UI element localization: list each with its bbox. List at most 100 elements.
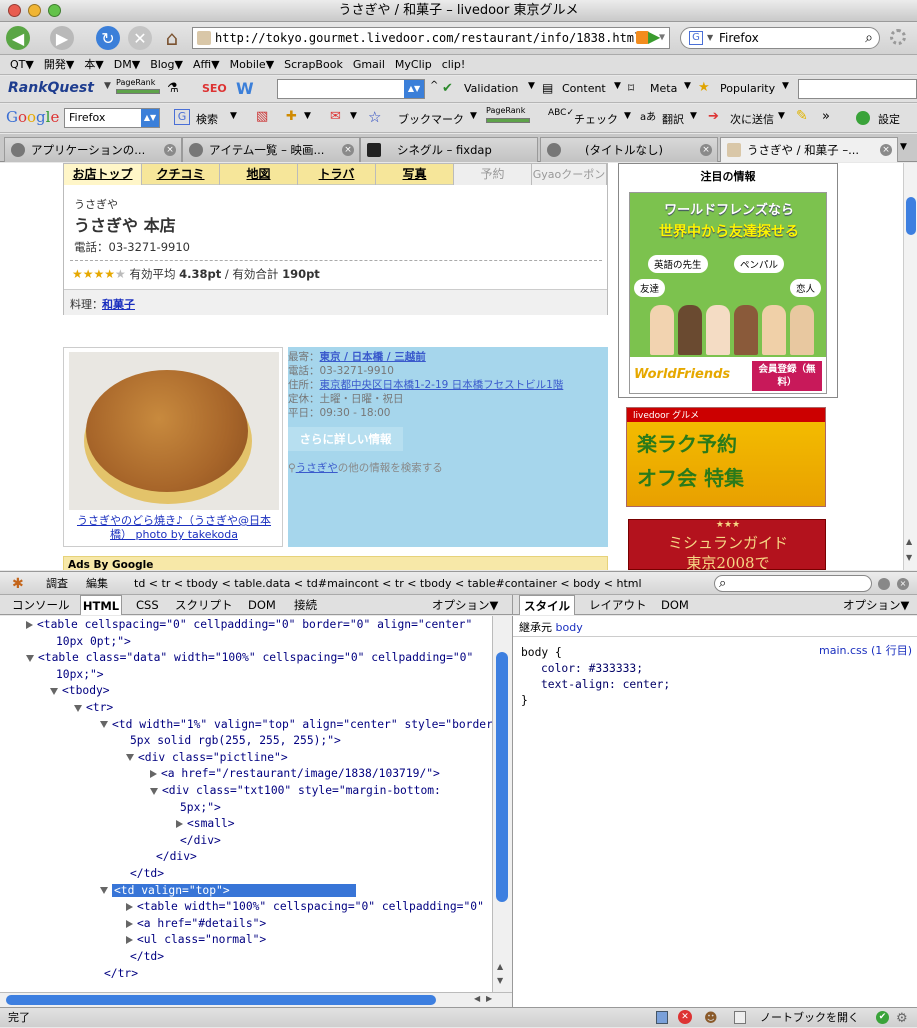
engine-dropdown-icon[interactable]: ▼ (707, 28, 713, 48)
expanded-twisty-icon[interactable] (26, 654, 34, 662)
meta-dropdown-icon[interactable]: ▼ (684, 81, 691, 91)
collapsed-twisty-icon[interactable] (126, 936, 133, 945)
tab-net[interactable]: 接続 (294, 595, 317, 615)
html-tree-line[interactable]: <tr> (74, 701, 113, 714)
google-puzzle-icon[interactable]: ✚ (286, 109, 297, 124)
info-address-link[interactable]: 東京都中央区日本橋1-2-19 日本橋フセストビル1階 (320, 379, 564, 391)
firebug-search-input[interactable]: ⌕ (714, 575, 872, 592)
expanded-twisty-icon[interactable] (126, 754, 134, 762)
rq-dropdown-icon[interactable]: ▼ (104, 81, 111, 91)
html-pane-scrollbar[interactable]: ▲ ▼ (492, 616, 512, 992)
bookmark-item[interactable]: QT▼ (10, 55, 34, 75)
firebug-options-right[interactable]: オプション▼ (843, 595, 909, 615)
livedoor-gourmet-ad[interactable]: livedoor グルメ 楽ラク予約 オフ会 特集 (626, 407, 826, 507)
html-tree-line[interactable]: </div> (156, 850, 197, 863)
firebug-options-left[interactable]: オプション▼ (432, 595, 498, 615)
tab-list-icon[interactable]: ▼ (900, 142, 907, 152)
close-window-button[interactable] (8, 4, 21, 17)
firebug-close-icon[interactable]: × (897, 578, 909, 590)
rq-input-stepper-icon[interactable]: ▲▼ (404, 80, 424, 98)
html-tree-line[interactable]: </tr> (104, 967, 138, 980)
minimize-window-button[interactable] (28, 4, 41, 17)
send-dropdown-icon[interactable]: ▼ (778, 111, 785, 121)
rq-caret-icon[interactable]: ^ (430, 80, 438, 91)
content-dropdown-icon[interactable]: ▼ (614, 81, 621, 91)
bookmark-dropdown-icon[interactable]: ▼ (470, 111, 477, 121)
tab-close-icon[interactable]: × (880, 144, 892, 156)
html-tree-line[interactable]: <a href="/restaurant/image/1838/103719/"… (150, 767, 440, 780)
google-search-dropdown-icon[interactable]: ▼ (230, 111, 237, 121)
tab-html[interactable]: HTML (80, 595, 122, 615)
tab-close-icon[interactable]: × (342, 144, 354, 156)
page-scroll-thumb[interactable] (906, 197, 916, 235)
highlighter-icon[interactable]: ✎ (796, 108, 808, 124)
scroll-up-icon[interactable]: ▲ (906, 537, 912, 546)
google-translate-button[interactable]: 翻訳 (662, 111, 684, 127)
zoom-window-button[interactable] (48, 4, 61, 17)
tab-css[interactable]: CSS (136, 595, 159, 615)
tab-side-dom[interactable]: DOM (661, 595, 689, 615)
search-engine-field[interactable]: G ▼ Firefox ⌕ (680, 27, 880, 49)
google-more-button[interactable]: » (822, 109, 830, 124)
html-horizontal-scrollbar[interactable]: ◀ ▶ (0, 992, 512, 1007)
expanded-twisty-icon[interactable] (74, 704, 82, 712)
collapsed-twisty-icon[interactable] (26, 621, 33, 629)
tab-dom[interactable]: DOM (248, 595, 276, 615)
puzzle-dropdown-icon[interactable]: ▼ (304, 111, 311, 121)
shop-tab-reviews[interactable]: クチコミ (142, 164, 220, 185)
wf-register-button[interactable]: 会員登録（無料） (752, 361, 822, 391)
firebug-edit-button[interactable]: 編集 (86, 572, 108, 596)
html-tree-line[interactable]: 5px solid rgb(255, 255, 255);"> (130, 734, 341, 747)
rq-search-input[interactable]: ▲▼ (277, 79, 425, 99)
google-bookmark-button[interactable]: ブックマーク (398, 111, 464, 127)
html-tree-line[interactable]: 10px;"> (56, 668, 104, 681)
status-page-icon[interactable] (656, 1011, 668, 1024)
tab-close-icon[interactable]: × (164, 144, 176, 156)
html-scroll-up-icon[interactable]: ▲ (497, 962, 503, 971)
firebug-inspect-button[interactable]: 調査 (46, 572, 68, 596)
go-icon[interactable]: ▶ (648, 27, 660, 46)
html-tree-line[interactable]: </div> (180, 834, 221, 847)
dorayaki-photo[interactable] (69, 352, 279, 510)
tab-layout[interactable]: レイアウト (589, 595, 647, 615)
html-tree-line[interactable]: <td valign="top"> (100, 883, 356, 897)
shop-tab-photos[interactable]: 写真 (376, 164, 454, 185)
expanded-twisty-icon[interactable] (100, 721, 108, 729)
ads-by-google-label[interactable]: Ads By Google (68, 559, 153, 570)
rq-tool-icon[interactable]: ⚗ (167, 81, 179, 96)
bookmark-item[interactable]: Affi▼ (193, 55, 220, 75)
html-scroll-down-icon[interactable]: ▼ (497, 976, 503, 985)
rq-w-icon[interactable]: W (236, 79, 254, 98)
google-check-button[interactable]: チェック (574, 111, 618, 127)
rq-seo-button[interactable]: SEO (202, 82, 227, 95)
michelin-ad[interactable]: ★★★ ミシュランガイド 東京2008で (628, 519, 826, 570)
css-rule[interactable]: color: #333333; (541, 662, 643, 675)
collapsed-twisty-icon[interactable] (126, 919, 133, 928)
html-tree-line[interactable]: <table cellspacing="0" cellpadding="0" b… (26, 618, 472, 631)
bookmark-star-icon[interactable]: ☆ (368, 108, 381, 126)
inherited-from-link[interactable]: body (556, 621, 583, 634)
firebug-bug-icon[interactable]: ✱ (12, 572, 24, 596)
html-tree-line[interactable]: 10px 0pt;"> (56, 635, 131, 648)
expanded-twisty-icon[interactable] (150, 787, 158, 795)
scroll-down-icon[interactable]: ▼ (906, 553, 912, 562)
html-tree-line[interactable]: <table width="100%" cellspacing="0" cell… (126, 900, 484, 913)
google-search-input[interactable]: Firefox ▲▼ (64, 108, 160, 128)
page-vertical-scrollbar[interactable]: ▲ ▼ (903, 163, 917, 570)
tab-console[interactable]: コンソール (12, 595, 70, 615)
rankquest-logo[interactable]: RankQuest (8, 80, 94, 96)
google-settings-button[interactable]: 設定 (878, 111, 900, 127)
photo-caption-link[interactable]: うさぎやのどら焼き♪（うさぎや@日本橋） photo by takekoda (77, 514, 271, 541)
validation-dropdown-icon[interactable]: ▼ (528, 81, 535, 91)
tab-untitled[interactable]: (タイトルなし) × (540, 137, 718, 162)
html-scroll-thumb[interactable] (496, 652, 508, 902)
popularity-button[interactable]: Popularity (720, 82, 775, 95)
html-tree-line[interactable]: <tbody> (50, 684, 110, 697)
tab-close-icon[interactable]: × (700, 144, 712, 156)
html-tree-line[interactable]: 5px;"> (180, 801, 221, 814)
html-tree-line[interactable]: <div class="txt100" style="margin-bottom… (150, 784, 441, 797)
h-scroll-left-icon[interactable]: ◀ (474, 994, 480, 1003)
html-tree-line[interactable]: <table class="data" width="100%" cellspa… (26, 651, 473, 664)
css-rule[interactable]: text-align: center; (541, 678, 670, 691)
reload-button[interactable]: ↻ (96, 26, 120, 50)
